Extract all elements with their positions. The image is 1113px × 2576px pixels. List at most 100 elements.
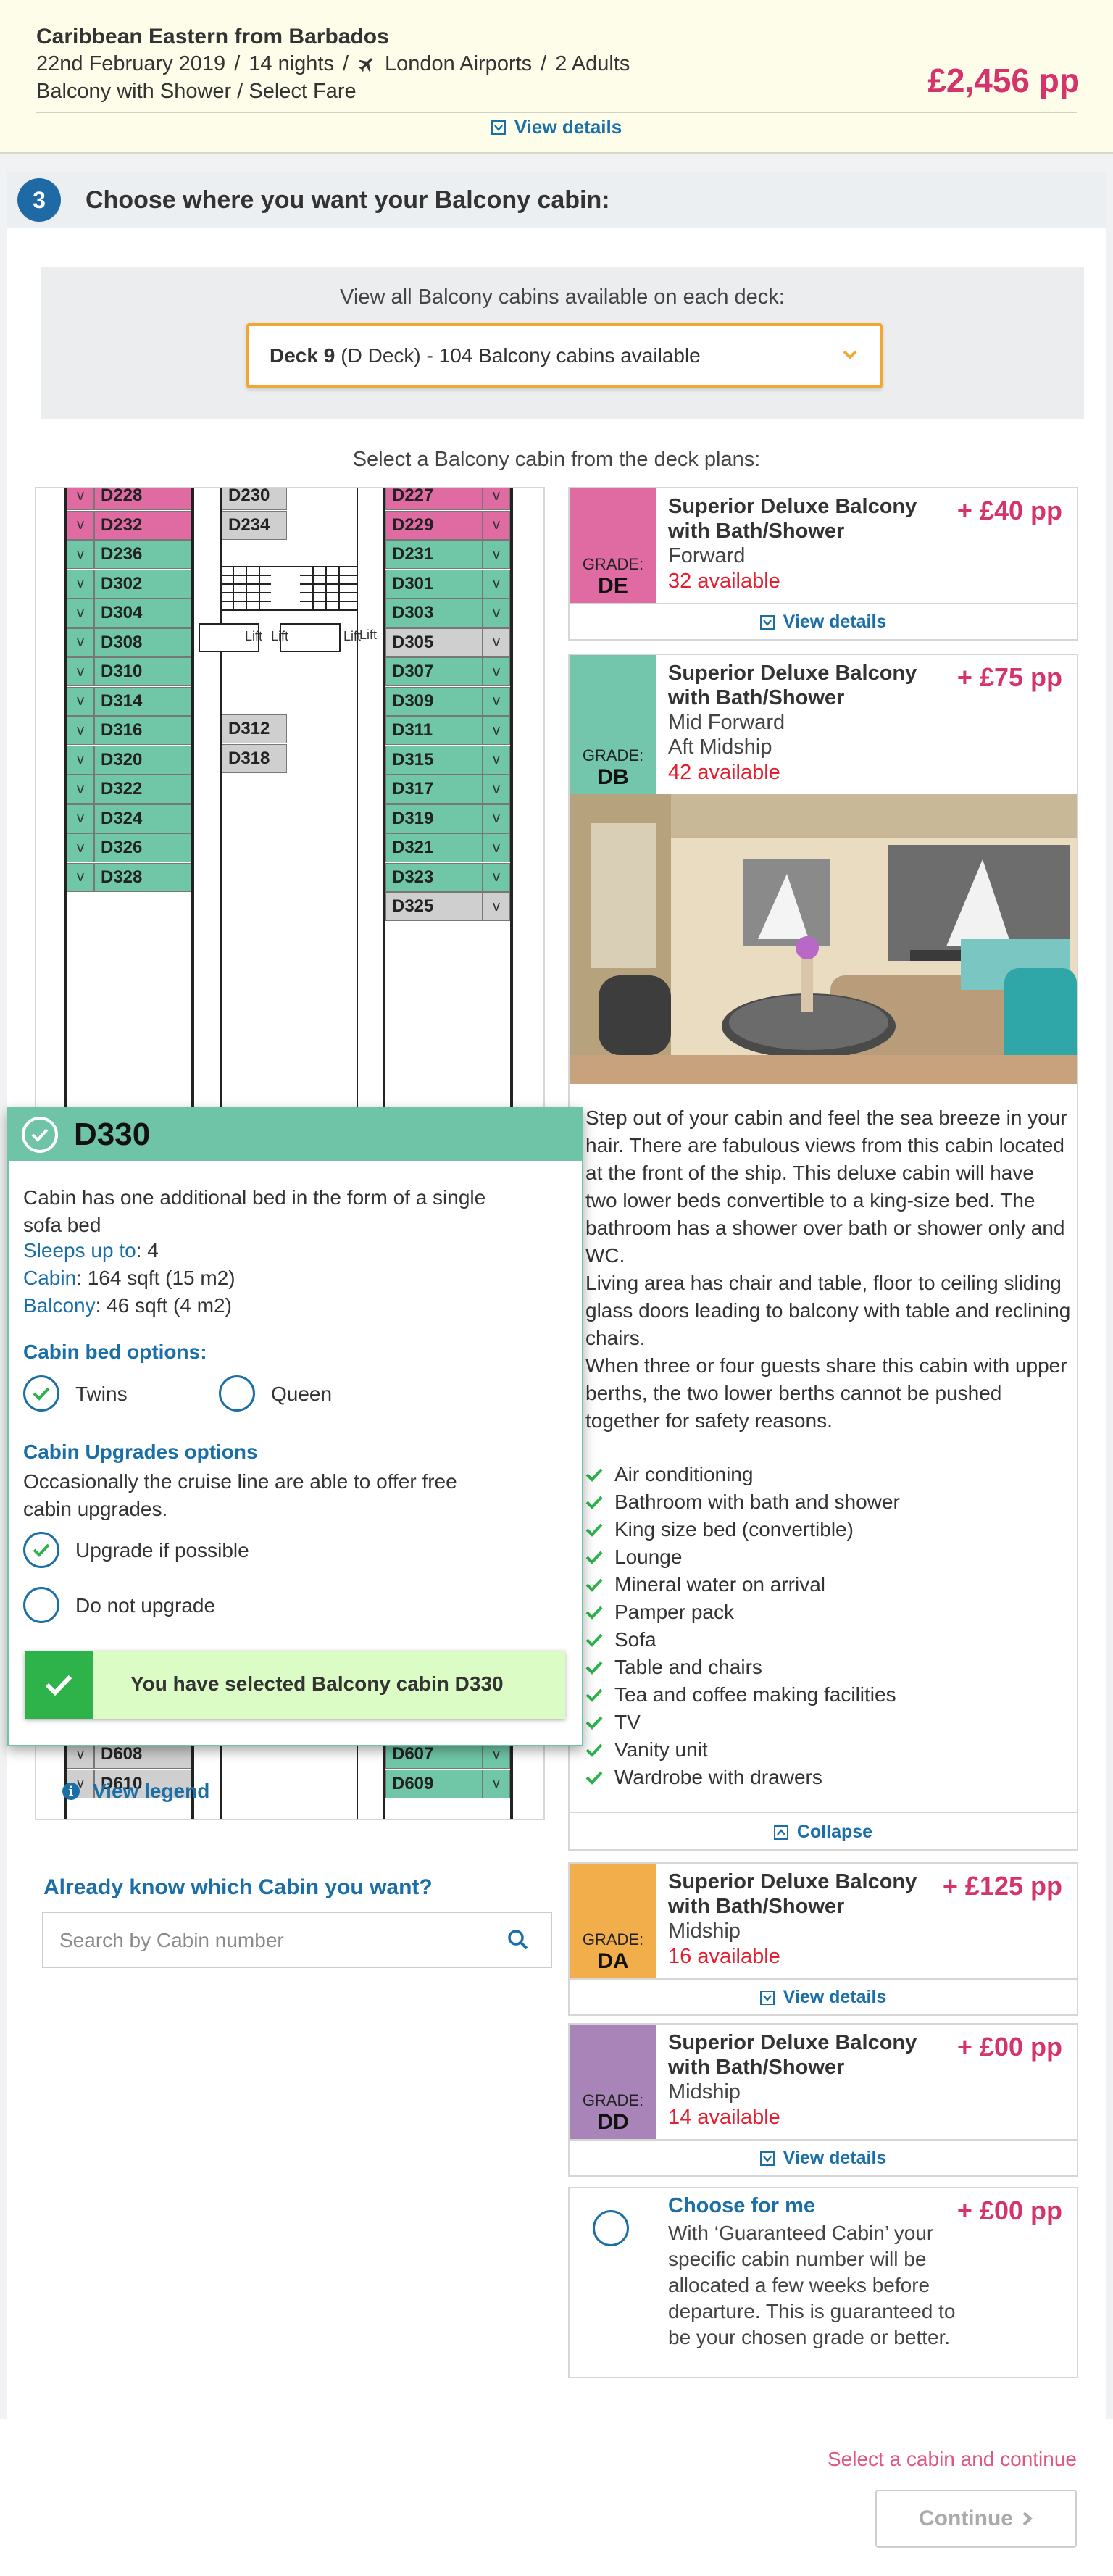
grade-card-da[interactable]: GRADE: DA Superior Deluxe Balcony with B… bbox=[568, 1862, 1078, 2016]
cabin-d236[interactable]: D236 bbox=[94, 540, 191, 569]
cabin-d308[interactable]: D308 bbox=[94, 628, 191, 657]
search-icon[interactable] bbox=[507, 1929, 529, 1951]
check-icon bbox=[585, 1606, 603, 1620]
cabin-view-marker: v bbox=[483, 1769, 510, 1798]
cabin-d323[interactable]: D323 bbox=[385, 862, 483, 892]
view-details-link[interactable]: View details bbox=[570, 612, 1077, 633]
deck-dropdown[interactable]: Deck 9 (D Deck) - 104 Balcony cabins ava… bbox=[246, 323, 883, 388]
cabin-d304[interactable]: D304 bbox=[94, 599, 191, 628]
chevron-right-icon bbox=[1022, 2512, 1033, 2526]
cabin-view-marker: v bbox=[483, 862, 510, 892]
check-icon bbox=[585, 1716, 603, 1730]
collapse-link[interactable]: Collapse bbox=[570, 1822, 1077, 1843]
separator: / bbox=[541, 52, 547, 75]
cabin-search-input[interactable] bbox=[59, 1926, 465, 1955]
cabin-d321[interactable]: D321 bbox=[385, 833, 483, 862]
grade-card-de[interactable]: GRADE: DE Superior Deluxe Balcony with B… bbox=[568, 487, 1078, 641]
cabin-d228[interactable]: D228 bbox=[94, 488, 191, 510]
feature-item: Bathroom with bath and shower bbox=[585, 1488, 900, 1516]
separator: / bbox=[234, 52, 241, 75]
cabin-view-marker: v bbox=[67, 540, 94, 569]
continue-button[interactable]: Continue bbox=[875, 2490, 1077, 2548]
cabin-d307[interactable]: D307 bbox=[385, 657, 483, 686]
lift-label: Lift bbox=[359, 628, 378, 642]
step-number: 3 bbox=[17, 178, 61, 222]
popup-header: D330 bbox=[9, 1109, 582, 1161]
cabin-d231[interactable]: D231 bbox=[385, 540, 483, 569]
cabin-d609[interactable]: D609 bbox=[385, 1769, 483, 1798]
feature-item: Wardrobe with drawers bbox=[585, 1764, 900, 1791]
step-title: Choose where you want your Balcony cabin… bbox=[86, 186, 610, 214]
booking-details: 22nd February 2019 / 14 nights / London … bbox=[36, 52, 630, 76]
cabin-view-marker: v bbox=[67, 804, 94, 833]
view-details-link[interactable]: View details bbox=[0, 116, 1113, 138]
grade-location: Mid Forward bbox=[668, 711, 785, 734]
upgrades-heading: Cabin Upgrades options bbox=[23, 1441, 258, 1463]
grade-card-dd[interactable]: GRADE: DD Superior Deluxe Balcony with B… bbox=[568, 2023, 1078, 2177]
cabin-d302[interactable]: D302 bbox=[94, 569, 191, 599]
cabin-d318[interactable]: D318 bbox=[222, 743, 287, 773]
cabin-view-marker: v bbox=[483, 569, 510, 599]
cabin-d301[interactable]: D301 bbox=[385, 569, 483, 599]
cabin-d227[interactable]: D227 bbox=[385, 488, 483, 510]
cabin-d229[interactable]: D229 bbox=[385, 510, 483, 540]
balcony-size-value: : 46 sqft (4 m2) bbox=[95, 1294, 232, 1317]
grade-availability: 32 available bbox=[668, 570, 780, 593]
view-details-link[interactable]: View details bbox=[570, 1987, 1077, 2008]
check-icon bbox=[22, 1117, 58, 1153]
cabin-d319[interactable]: D319 bbox=[385, 804, 483, 833]
cabin-d324[interactable]: D324 bbox=[94, 804, 191, 833]
expand-square-icon bbox=[759, 614, 775, 630]
sleeps-row: Sleeps up to: 4 bbox=[23, 1239, 159, 1262]
grade-code: DA bbox=[597, 1949, 629, 1973]
cabin-d310[interactable]: D310 bbox=[94, 657, 191, 686]
cabin-d317[interactable]: D317 bbox=[385, 775, 483, 804]
deck-detail: (D Deck) - 104 Balcony cabins available bbox=[341, 344, 701, 367]
grade-price: + £125 pp bbox=[942, 1871, 1062, 1901]
cabin-view-marker: v bbox=[67, 599, 94, 628]
feature-label: Lounge bbox=[614, 1546, 683, 1568]
cabin-fare: Balcony with Shower / Select Fare bbox=[36, 80, 357, 103]
cabin-d322[interactable]: D322 bbox=[94, 775, 191, 804]
cabin-search-label: Already know which Cabin you want? bbox=[43, 1875, 433, 1899]
sleeps-label: Sleeps up to bbox=[23, 1239, 136, 1262]
cabin-d232[interactable]: D232 bbox=[94, 510, 191, 540]
upgrade-if-possible-radio[interactable] bbox=[23, 1532, 59, 1568]
view-legend-link[interactable]: i View legend bbox=[62, 1780, 209, 1803]
cabin-view-marker: v bbox=[67, 745, 94, 775]
cabin-d315[interactable]: D315 bbox=[385, 745, 483, 775]
cabin-d316[interactable]: D316 bbox=[94, 716, 191, 745]
cabin-d325[interactable]: D325 bbox=[385, 892, 483, 921]
cabin-d303[interactable]: D303 bbox=[385, 599, 483, 628]
cabin-view-marker: v bbox=[483, 540, 510, 569]
choose-for-me-radio[interactable] bbox=[593, 2210, 629, 2246]
cabin-d305[interactable]: D305 bbox=[385, 628, 483, 657]
grade-card-db[interactable]: GRADE: DB Superior Deluxe Balcony with B… bbox=[568, 654, 1078, 1851]
deck-selector-panel: View all Balcony cabins available on eac… bbox=[41, 267, 1084, 419]
cabin-d312[interactable]: D312 bbox=[222, 714, 287, 743]
cabin-size-value: : 164 sqft (15 m2) bbox=[76, 1267, 235, 1289]
cabin-d320[interactable]: D320 bbox=[94, 745, 191, 775]
cabin-d234[interactable]: D234 bbox=[222, 510, 287, 540]
cabin-d328[interactable]: D328 bbox=[94, 862, 191, 892]
feature-label: Wardrobe with drawers bbox=[614, 1766, 822, 1788]
bed-option-queen-radio[interactable] bbox=[219, 1375, 255, 1412]
cabin-view-marker: v bbox=[483, 775, 510, 804]
bed-option-twins-label: Twins bbox=[75, 1383, 128, 1405]
cabin-d230[interactable]: D230 bbox=[222, 488, 287, 510]
do-not-upgrade-radio[interactable] bbox=[23, 1587, 59, 1623]
cabin-d309[interactable]: D309 bbox=[385, 686, 483, 716]
bed-option-twins-radio[interactable] bbox=[23, 1375, 59, 1412]
cabin-d311[interactable]: D311 bbox=[385, 716, 483, 745]
cabin-d326[interactable]: D326 bbox=[94, 833, 191, 862]
cabin-d314[interactable]: D314 bbox=[94, 686, 191, 716]
choose-for-me-title: Choose for me bbox=[668, 2194, 816, 2217]
view-details-link[interactable]: View details bbox=[570, 2148, 1077, 2169]
grade-location: Aft Midship bbox=[668, 735, 772, 759]
step-card: 3 Choose where you want your Balcony cab… bbox=[7, 172, 1106, 2419]
choose-for-me-card[interactable]: Choose for me With ‘Guaranteed Cabin’ yo… bbox=[568, 2187, 1078, 2378]
balcony-size-row: Balcony: 46 sqft (4 m2) bbox=[23, 1294, 232, 1317]
view-details-label: View details bbox=[514, 116, 622, 138]
grade-band: GRADE: DD bbox=[570, 2025, 656, 2139]
feature-label: Pamper pack bbox=[614, 1601, 734, 1623]
